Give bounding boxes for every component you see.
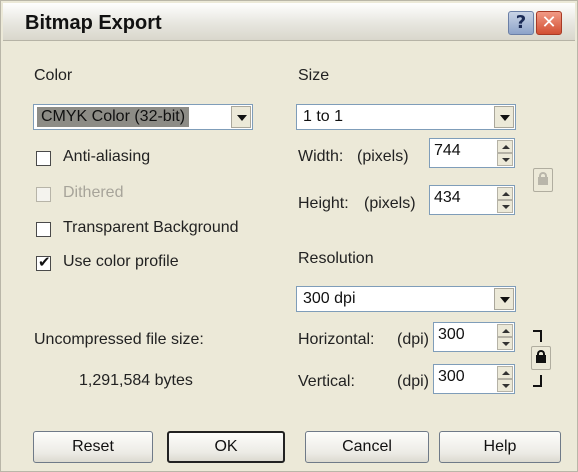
transparent-background-checkbox[interactable] bbox=[36, 222, 51, 237]
vertical-down-arrow-icon[interactable] bbox=[497, 379, 513, 392]
color-mode-select[interactable]: CMYK Color (32-bit) bbox=[33, 104, 253, 130]
horizontal-label: Horizontal: bbox=[298, 331, 375, 348]
width-label: Width: bbox=[298, 148, 344, 165]
dithered-checkbox bbox=[36, 187, 51, 202]
width-value: 744 bbox=[434, 142, 461, 159]
reset-button[interactable]: Reset bbox=[33, 431, 153, 463]
ok-button[interactable]: OK bbox=[167, 431, 285, 463]
color-label: Color bbox=[34, 67, 73, 84]
size-preset-value: 1 to 1 bbox=[303, 108, 344, 125]
width-input[interactable]: 744 bbox=[429, 138, 515, 168]
chevron-down-icon[interactable] bbox=[494, 288, 514, 310]
file-size-label: Uncompressed file size: bbox=[34, 331, 204, 348]
cancel-button[interactable]: Cancel bbox=[305, 431, 429, 463]
chevron-down-icon[interactable] bbox=[494, 106, 514, 128]
resolution-lock-button[interactable] bbox=[531, 346, 551, 370]
bitmap-export-dialog: Bitmap Export ? ✕ Color CMYK Color (32-b… bbox=[0, 0, 578, 472]
vertical-dpi-input[interactable]: 300 bbox=[433, 364, 515, 394]
link-bracket-top bbox=[533, 330, 542, 342]
use-color-profile-label[interactable]: Use color profile bbox=[63, 253, 179, 271]
link-bracket-bottom bbox=[533, 375, 542, 387]
help-button[interactable]: Help bbox=[439, 431, 561, 463]
anti-aliasing-checkbox[interactable] bbox=[36, 151, 51, 166]
width-unit-label: (pixels) bbox=[357, 148, 409, 165]
horizontal-up-arrow-icon[interactable] bbox=[497, 324, 513, 337]
transparent-background-label[interactable]: Transparent Background bbox=[63, 219, 239, 237]
resolution-label: Resolution bbox=[298, 250, 374, 267]
horizontal-unit-label: (dpi) bbox=[397, 331, 430, 348]
lock-icon bbox=[538, 177, 548, 185]
use-color-profile-checkbox[interactable]: ✔ bbox=[36, 253, 51, 271]
resolution-preset-select[interactable]: 300 dpi bbox=[296, 286, 516, 312]
height-label: Height: bbox=[298, 195, 349, 212]
title-bar[interactable]: Bitmap Export ? ✕ bbox=[3, 3, 575, 41]
size-preset-select[interactable]: 1 to 1 bbox=[296, 104, 516, 130]
height-down-arrow-icon[interactable] bbox=[497, 200, 513, 213]
file-size-value: 1,291,584 bytes bbox=[79, 372, 193, 389]
color-mode-value: CMYK Color (32-bit) bbox=[37, 107, 190, 127]
width-up-arrow-icon[interactable] bbox=[497, 140, 513, 153]
height-up-arrow-icon[interactable] bbox=[497, 187, 513, 200]
vertical-dpi-value: 300 bbox=[438, 368, 465, 385]
resolution-preset-value: 300 dpi bbox=[303, 290, 356, 307]
size-label: Size bbox=[298, 67, 330, 84]
horizontal-dpi-input[interactable]: 300 bbox=[433, 322, 515, 352]
vertical-up-arrow-icon[interactable] bbox=[497, 366, 513, 379]
check-icon: ✔ bbox=[38, 253, 51, 271]
lock-icon bbox=[536, 355, 546, 363]
height-unit-label: (pixels) bbox=[364, 195, 416, 212]
horizontal-down-arrow-icon[interactable] bbox=[497, 337, 513, 350]
close-button[interactable]: ✕ bbox=[536, 11, 562, 35]
anti-aliasing-label[interactable]: Anti-aliasing bbox=[63, 148, 150, 166]
vertical-label: Vertical: bbox=[298, 373, 355, 390]
height-value: 434 bbox=[434, 189, 461, 206]
vertical-unit-label: (dpi) bbox=[397, 373, 430, 390]
horizontal-dpi-value: 300 bbox=[438, 326, 465, 343]
window-title: Bitmap Export bbox=[25, 12, 162, 34]
width-down-arrow-icon[interactable] bbox=[497, 153, 513, 166]
title-help-button[interactable]: ? bbox=[508, 11, 534, 35]
dithered-label: Dithered bbox=[63, 184, 124, 201]
height-input[interactable]: 434 bbox=[429, 185, 515, 215]
chevron-down-icon[interactable] bbox=[231, 106, 251, 128]
size-lock-button bbox=[533, 168, 553, 192]
